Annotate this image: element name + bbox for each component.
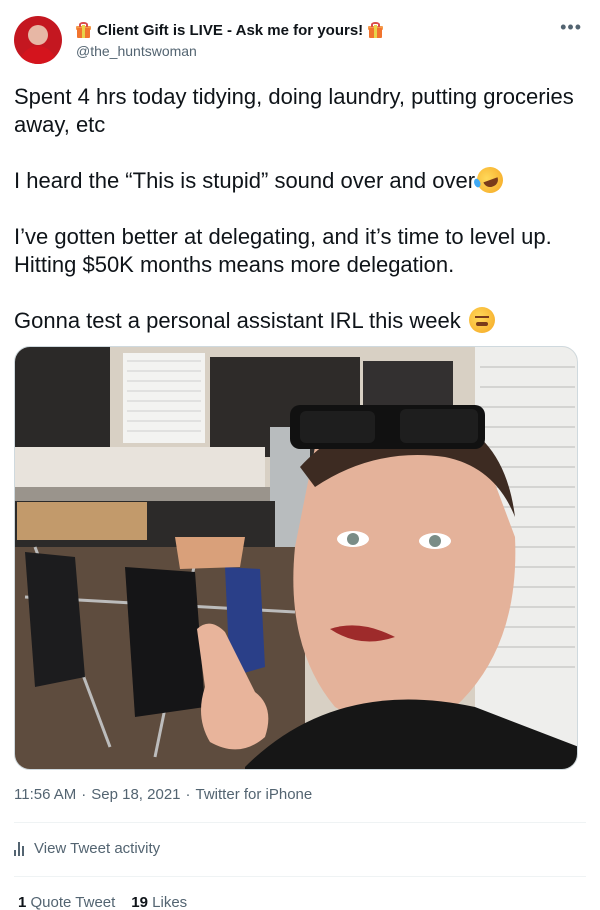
tweet-photo[interactable] bbox=[14, 346, 578, 770]
user-handle[interactable]: @the_huntswoman bbox=[76, 43, 197, 59]
tweet-paragraph: Spent 4 hrs today tidying, doing laundry… bbox=[14, 84, 574, 137]
rolling-on-floor-laughing-icon bbox=[473, 163, 507, 197]
tweet-header: Client Gift is LIVE - Ask me for yours! … bbox=[14, 14, 586, 70]
tweet-source[interactable]: Twitter for iPhone bbox=[196, 786, 313, 803]
tweet-time[interactable]: 11:56 AM bbox=[14, 786, 76, 803]
display-name[interactable]: Client Gift is LIVE - Ask me for yours! bbox=[97, 22, 363, 39]
view-activity-button[interactable]: View Tweet activity bbox=[14, 840, 160, 857]
tweet-paragraph: Gonna test a personal assistant IRL this… bbox=[14, 307, 579, 335]
view-activity-label: View Tweet activity bbox=[34, 840, 161, 857]
tweet-meta: 11:56 AM · Sep 18, 2021 · Twitter for iPhone bbox=[14, 786, 312, 803]
likes-label: Likes bbox=[152, 894, 188, 910]
tweet-paragraph: I heard the “This is stupid” sound over … bbox=[14, 163, 579, 197]
analytics-bars-icon bbox=[14, 841, 24, 856]
tweet-date[interactable]: Sep 18, 2021 bbox=[91, 786, 180, 803]
avatar[interactable] bbox=[14, 16, 62, 64]
tweet-text: Spent 4 hrs today tidying, doing laundry… bbox=[14, 83, 579, 335]
selfie-photo-illustration bbox=[15, 347, 577, 769]
quote-label: Quote Tweet bbox=[30, 894, 116, 910]
tweet-stats: 1 Quote Tweet 19 Likes bbox=[18, 894, 187, 910]
likes-count: 19 bbox=[131, 894, 148, 910]
gift-icon bbox=[368, 21, 384, 38]
divider bbox=[14, 822, 586, 823]
face-with-steam-icon bbox=[468, 307, 495, 333]
gift-icon bbox=[76, 21, 91, 38]
tweet-paragraph: I’ve gotten better at delegating, and it… bbox=[14, 224, 552, 277]
quote-count: 1 bbox=[18, 894, 27, 910]
meta-separator: · bbox=[81, 786, 87, 803]
meta-separator: · bbox=[185, 786, 191, 803]
likes-link[interactable]: 19 Likes bbox=[131, 894, 187, 910]
display-name-row[interactable]: Client Gift is LIVE - Ask me for yours! bbox=[76, 20, 384, 40]
quote-tweets-link[interactable]: 1 Quote Tweet bbox=[18, 894, 115, 910]
divider bbox=[14, 876, 586, 877]
more-options-button[interactable]: ••• bbox=[560, 18, 582, 36]
